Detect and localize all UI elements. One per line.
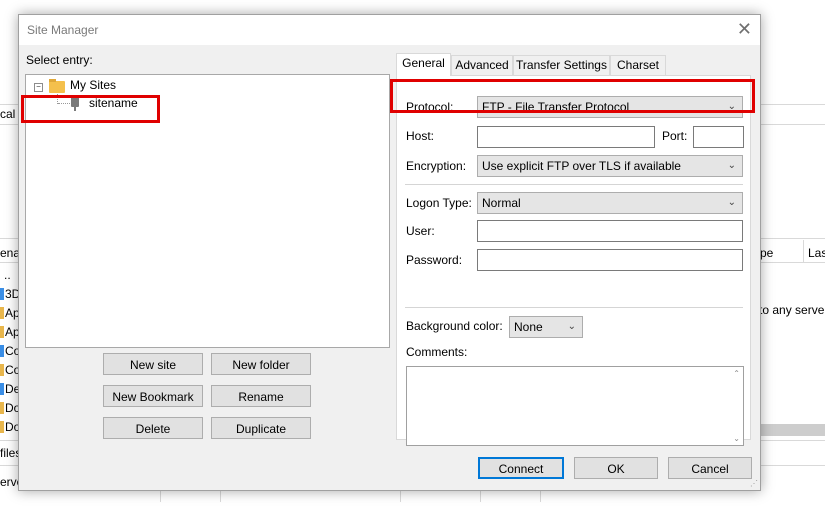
separator bbox=[405, 307, 743, 308]
title-bar[interactable]: Site Manager ✕ bbox=[19, 15, 760, 45]
bg-col-type[interactable]: pe bbox=[760, 246, 773, 260]
folder-icon bbox=[0, 288, 4, 300]
port-label: Port: bbox=[662, 129, 688, 143]
scroll-up-icon[interactable]: ⌃ bbox=[733, 369, 740, 378]
resize-grip-icon[interactable]: ⋰ bbox=[750, 480, 758, 488]
cancel-button[interactable]: Cancel bbox=[668, 457, 752, 479]
chevron-down-icon: ⌄ bbox=[567, 321, 576, 332]
password-label: Password: bbox=[406, 253, 463, 267]
background-color-label: Background color: bbox=[406, 319, 503, 333]
site-manager-dialog: Site Manager ✕ Select entry: − My Sites … bbox=[18, 14, 761, 491]
new-bookmark-button[interactable]: New Bookmark bbox=[103, 385, 203, 407]
chevron-down-icon: ⌄ bbox=[727, 197, 736, 208]
background-color-value: None bbox=[514, 320, 543, 334]
bg-list-item[interactable]: .. bbox=[4, 268, 11, 282]
port-input[interactable] bbox=[693, 126, 744, 148]
highlight-box-sitename bbox=[21, 95, 160, 123]
tab-transfer-settings[interactable]: Transfer Settings bbox=[513, 55, 610, 75]
bg-col-divider bbox=[540, 490, 541, 502]
comments-textarea[interactable]: ⌃ ⌄ bbox=[406, 366, 744, 446]
folder-icon-tab bbox=[49, 79, 56, 82]
encryption-select[interactable]: Use explicit FTP over TLS if available ⌄ bbox=[477, 155, 743, 177]
logon-type-value: Normal bbox=[482, 196, 521, 210]
host-label: Host: bbox=[406, 129, 435, 143]
bg-col-divider bbox=[803, 240, 804, 262]
tree-item-my-sites[interactable]: My Sites bbox=[70, 78, 116, 92]
folder-icon bbox=[0, 326, 4, 338]
chevron-down-icon: ⌄ bbox=[727, 160, 736, 171]
background-color-select[interactable]: None ⌄ bbox=[509, 316, 583, 338]
encryption-value: Use explicit FTP over TLS if available bbox=[482, 159, 681, 173]
close-icon[interactable]: ✕ bbox=[737, 19, 752, 40]
ok-button[interactable]: OK bbox=[574, 457, 658, 479]
tab-general[interactable]: General bbox=[396, 53, 451, 76]
encryption-label: Encryption: bbox=[406, 159, 467, 173]
highlight-box-protocol bbox=[390, 79, 755, 113]
bg-local-label: cal bbox=[0, 107, 16, 121]
tab-charset[interactable]: Charset bbox=[610, 55, 666, 75]
folder-icon bbox=[0, 383, 4, 395]
folder-icon bbox=[0, 402, 4, 414]
rename-button[interactable]: Rename bbox=[211, 385, 311, 407]
bg-connect-msg: to any server bbox=[759, 303, 825, 317]
folder-icon bbox=[0, 364, 4, 376]
duplicate-button[interactable]: Duplicate bbox=[211, 417, 311, 439]
logon-type-select[interactable]: Normal ⌄ bbox=[477, 192, 743, 214]
tab-advanced[interactable]: Advanced bbox=[451, 55, 513, 75]
folder-icon bbox=[0, 421, 4, 433]
general-panel: Protocol: FTP - File Transfer Protocol ⌄… bbox=[396, 75, 751, 446]
password-input[interactable] bbox=[477, 249, 743, 271]
user-label: User: bbox=[406, 224, 435, 238]
scroll-down-icon[interactable]: ⌄ bbox=[733, 434, 740, 443]
new-folder-button[interactable]: New folder bbox=[211, 353, 311, 375]
folder-icon bbox=[49, 81, 65, 93]
bg-col-divider bbox=[400, 490, 401, 502]
folder-icon bbox=[0, 345, 4, 357]
collapse-toggle-icon[interactable]: − bbox=[34, 83, 43, 92]
separator bbox=[405, 184, 743, 185]
logon-type-label: Logon Type: bbox=[406, 196, 472, 210]
folder-icon bbox=[0, 307, 4, 319]
new-site-button[interactable]: New site bbox=[103, 353, 203, 375]
host-input[interactable] bbox=[477, 126, 655, 148]
bg-col-last[interactable]: Las bbox=[808, 246, 825, 260]
bg-col-divider bbox=[160, 490, 161, 502]
select-entry-label: Select entry: bbox=[26, 53, 93, 67]
dialog-title: Site Manager bbox=[27, 23, 99, 37]
bg-scrollbar[interactable] bbox=[760, 424, 825, 436]
bg-col-divider bbox=[220, 490, 221, 502]
bg-col-divider bbox=[480, 490, 481, 502]
user-input[interactable] bbox=[477, 220, 743, 242]
delete-button[interactable]: Delete bbox=[103, 417, 203, 439]
connect-button[interactable]: Connect bbox=[478, 457, 564, 479]
comments-label: Comments: bbox=[406, 345, 468, 359]
